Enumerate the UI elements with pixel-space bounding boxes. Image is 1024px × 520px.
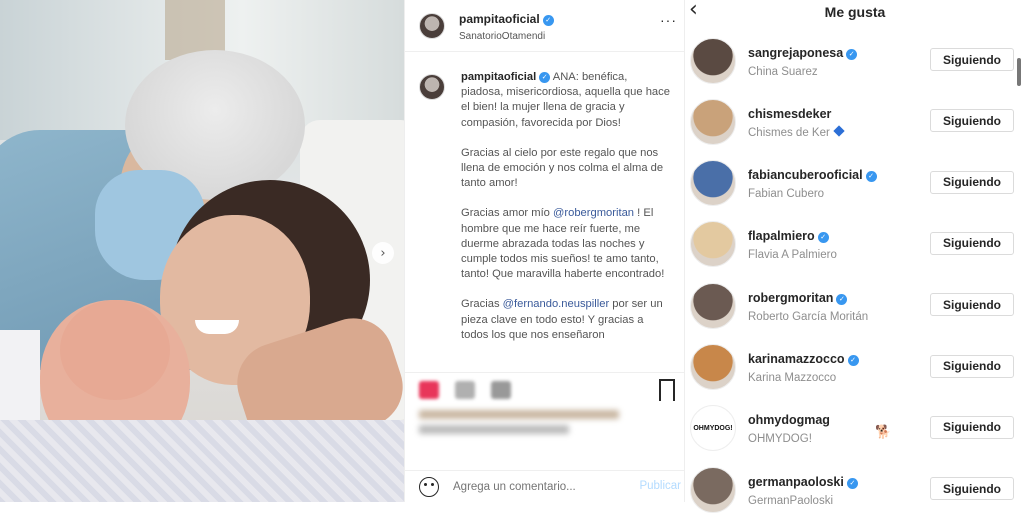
mention-link[interactable]: @fernando.neuspiller [503, 298, 610, 310]
user-avatar[interactable] [690, 37, 736, 84]
comment-input[interactable] [453, 480, 623, 493]
caption-area: pampitaoficial ✓ ANA: benéfica, piadosa, … [405, 60, 685, 370]
verified-badge-icon: ✓ [847, 355, 859, 366]
caption-paragraph: Gracias @fernando.neuspiller por ser un … [461, 297, 671, 343]
username[interactable]: flapalmiero [748, 229, 815, 243]
post-panel: pampitaoficial ✓ SanatorioOtamendi ··· pa… [404, 0, 685, 502]
caption-username[interactable]: pampitaoficial [461, 71, 536, 83]
verified-badge-icon: ✓ [846, 48, 858, 60]
following-button[interactable]: Siguiendo [930, 293, 1014, 317]
verified-badge-icon: ✓ [542, 14, 554, 26]
following-button[interactable]: Siguiendo [930, 415, 1014, 439]
publish-button[interactable]: Publicar [639, 480, 681, 492]
verified-badge-icon: ✓ [817, 232, 829, 244]
post-header-info: pampitaoficial ✓ SanatorioOtamendi [459, 10, 554, 42]
post-photo[interactable]: › [0, 0, 404, 502]
author-avatar[interactable] [419, 12, 445, 39]
author-username-line[interactable]: pampitaoficial ✓ [459, 10, 554, 28]
user-fullname: OHMYDOG! [748, 433, 812, 446]
more-options-icon[interactable]: ··· [660, 12, 677, 28]
like-user-row[interactable]: germanpaoloski ✓ GermanPaoloski Siguiendo [685, 459, 1024, 520]
user-avatar[interactable]: OHMYDOG! [690, 405, 736, 452]
photo-baby-head [60, 300, 170, 400]
blurred-line [419, 410, 619, 419]
user-fullname: Fabian Cubero [748, 188, 825, 201]
share-icon[interactable] [491, 380, 511, 399]
verified-badge-icon: ✓ [539, 72, 551, 83]
caption-text: Gracias amor mío [461, 207, 554, 220]
following-button[interactable]: Siguiendo [930, 109, 1014, 133]
user-fullname: Roberto García Moritán [748, 310, 869, 323]
user-avatar[interactable] [690, 221, 736, 268]
caption-paragraph: pampitaoficial ✓ ANA: benéfica, piadosa, … [461, 70, 671, 131]
photo-blanket [0, 420, 404, 502]
post-header: pampitaoficial ✓ SanatorioOtamendi ··· [405, 0, 685, 52]
username[interactable]: sangrejaponesa [748, 46, 843, 60]
author-username[interactable]: pampitaoficial [459, 12, 540, 26]
verified-badge-icon: ✓ [836, 293, 848, 305]
user-fullname: Flavia A Palmiero [748, 249, 837, 262]
user-fullname: Chismes de Ker [748, 126, 830, 139]
likes-header: ‹ Me gusta [685, 0, 1024, 28]
post-caption: pampitaoficial ✓ ANA: benéfica, piadosa, … [461, 70, 671, 370]
following-button[interactable]: Siguiendo [930, 170, 1014, 194]
user-avatar[interactable] [690, 344, 736, 390]
next-photo-arrow-icon[interactable]: › [372, 242, 394, 264]
like-user-row[interactable]: fabiancuberooficial ✓ Fabian Cubero Siguien… [685, 153, 1024, 214]
add-comment-bar: Publicar [405, 470, 685, 502]
likes-summary-blurred [419, 410, 659, 442]
following-button[interactable]: Siguiendo [930, 477, 1014, 501]
like-user-row[interactable]: karinamazzocco ✓ Karina Mazzocco Siguiendo [685, 337, 1024, 398]
action-bar [405, 372, 685, 406]
user-fullname: Karina Mazzocco [748, 372, 837, 384]
user-fullname: GermanPaoloski [748, 494, 834, 507]
blurred-line [419, 425, 569, 434]
following-button[interactable]: Siguiendo [930, 231, 1014, 255]
caption-text: Gracias [461, 298, 503, 311]
verified-badge-icon: ✓ [865, 171, 877, 183]
like-heart-icon[interactable] [419, 380, 439, 399]
following-button[interactable]: Siguiendo [930, 48, 1014, 71]
dog-icon: 🐕 [875, 423, 892, 439]
mention-link[interactable]: @robergmoritan [553, 207, 634, 219]
post-location[interactable]: SanatorioOtamendi [459, 31, 554, 42]
caption-author-avatar[interactable] [419, 74, 445, 100]
like-user-row[interactable]: sangrejaponesa ✓ China Suarez Siguiendo [685, 30, 1024, 91]
comment-icon[interactable] [455, 380, 475, 399]
caption-paragraph: Gracias amor mío @robergmoritan ! El hom… [461, 206, 671, 282]
username[interactable]: chismesdeker [748, 107, 831, 121]
username[interactable]: karinamazzocco [748, 352, 845, 366]
like-user-row[interactable]: chismesdeker Chismes de Ker Siguiendo [685, 91, 1024, 152]
verified-badge-icon: ✓ [846, 477, 858, 489]
caption-paragraph: Gracias al cielo por este regalo que nos… [461, 146, 664, 190]
likes-panel: ‹ Me gusta sangrejaponesa ✓ China Suarez Si… [684, 0, 1024, 513]
like-user-row[interactable]: robergmoritan ✓ Roberto García Moritán Sigu… [685, 275, 1024, 336]
emoji-icon[interactable] [419, 476, 439, 497]
like-user-row[interactable]: OHMYDOG! ohmydogmag OHMYDOG! 🐕 Siguiendo [685, 398, 1024, 459]
likes-title: Me gusta [824, 4, 886, 20]
user-avatar[interactable] [690, 466, 736, 513]
username[interactable]: fabiancuberooficial [748, 168, 863, 182]
username[interactable]: robergmoritan [748, 291, 833, 305]
username[interactable]: ohmydogmag [748, 413, 830, 427]
user-avatar[interactable] [690, 98, 736, 145]
bookmark-icon[interactable] [659, 379, 675, 402]
user-avatar[interactable] [690, 160, 736, 207]
blue-diamond-icon [833, 125, 845, 137]
like-user-row[interactable]: flapalmiero ✓ Flavia A Palmiero Siguiendo [685, 214, 1024, 275]
user-avatar[interactable] [690, 282, 736, 329]
user-fullname: China Suarez [748, 65, 818, 78]
following-button[interactable]: Siguiendo [930, 354, 1014, 378]
username[interactable]: germanpaoloski [748, 475, 844, 489]
